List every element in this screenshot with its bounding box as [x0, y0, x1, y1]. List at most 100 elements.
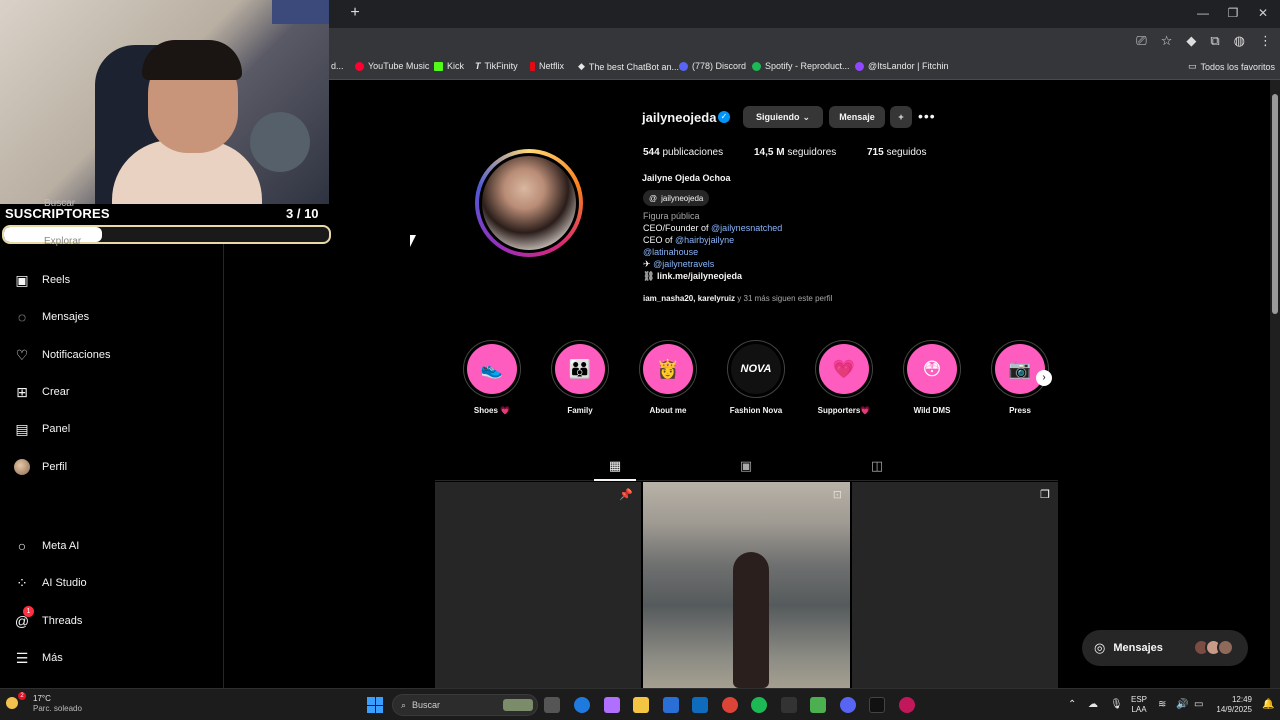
- bio-link[interactable]: @latinahouse: [643, 247, 698, 257]
- cloud-icon[interactable]: ☁: [1088, 699, 1098, 710]
- app-icon[interactable]: [899, 697, 915, 713]
- edge-icon[interactable]: [574, 697, 590, 713]
- bio-link[interactable]: @jailynesnatched: [711, 223, 782, 233]
- sun-icon: [6, 697, 18, 709]
- fitchin-icon: [855, 61, 864, 71]
- kebab-menu-icon[interactable]: ⋮: [1259, 33, 1272, 49]
- bookmark-discord[interactable]: (778) Discord: [679, 61, 746, 71]
- add-user-icon: +: [898, 112, 904, 122]
- bookmark[interactable]: d...: [331, 61, 344, 71]
- store-icon[interactable]: [663, 697, 679, 713]
- messenger-icon: ◎: [1094, 640, 1106, 655]
- file-explorer-icon[interactable]: [633, 697, 649, 713]
- supporters-icon: 💗: [819, 344, 869, 394]
- sidebar-item-reels[interactable]: ▣ Reels: [14, 272, 70, 288]
- sidebar-item-more[interactable]: ☰ Más: [14, 650, 63, 666]
- microphone-icon[interactable]: 🎙: [1110, 699, 1123, 710]
- minecraft-icon[interactable]: [810, 697, 826, 713]
- post-thumbnail[interactable]: 📌: [435, 482, 641, 688]
- battery-icon[interactable]: ▭: [1194, 699, 1203, 710]
- threads-handle-chip[interactable]: @ jailyneojeda: [643, 190, 710, 206]
- profile-picture-ring[interactable]: [475, 149, 583, 257]
- language-indicator[interactable]: ESP LAA: [1131, 695, 1147, 715]
- ig-sidebar: ▣ Reels ◌ Mensajes ♡ Notificaciones ⊞ Cr…: [0, 244, 224, 688]
- minimize-icon[interactable]: —: [1188, 4, 1218, 22]
- following-stat[interactable]: 715 seguidos: [867, 147, 927, 158]
- extensions-icon[interactable]: ⧉: [1210, 33, 1219, 49]
- messages-dock-button[interactable]: ◎ Mensajes: [1082, 630, 1248, 666]
- messenger-icon: ◌: [17, 309, 27, 325]
- highlight-fashion-nova[interactable]: NOVA Fashion Nova: [727, 340, 785, 415]
- copilot-icon[interactable]: [604, 697, 620, 713]
- browser-profile-icon[interactable]: ◍: [1234, 33, 1245, 49]
- highlights-next-button[interactable]: ›: [1036, 370, 1052, 386]
- suggest-user-button[interactable]: +: [890, 106, 912, 128]
- sidebar-item-messages[interactable]: ◌ Mensajes: [14, 309, 89, 325]
- sidebar-item-ai-studio[interactable]: ⁘ AI Studio: [14, 575, 87, 591]
- spotify-icon[interactable]: [751, 697, 767, 713]
- task-view-icon[interactable]: [544, 697, 560, 713]
- bookmark-kick[interactable]: Kick: [434, 61, 464, 71]
- chrome-icon[interactable]: [722, 697, 738, 713]
- post-thumbnail[interactable]: ❐: [852, 482, 1058, 688]
- webcam-overlay: [0, 0, 329, 204]
- tab-tagged-icon[interactable]: ◫: [869, 458, 885, 474]
- post-thumbnail[interactable]: ⊡: [643, 482, 850, 688]
- bookmark-fitchin[interactable]: @ItsLandor | Fitchin: [855, 61, 949, 71]
- clock[interactable]: 12:49 14/9/2025: [1212, 695, 1252, 715]
- sidebar-item-profile[interactable]: Perfil: [14, 459, 67, 475]
- outlook-icon[interactable]: [692, 697, 708, 713]
- cast-icon[interactable]: ⎚: [1136, 33, 1146, 49]
- extension-diamond-icon[interactable]: ◆: [1186, 33, 1196, 49]
- restore-icon[interactable]: ❐: [1218, 4, 1248, 22]
- discord-icon[interactable]: [840, 697, 856, 713]
- bio-line: CEO of @hairbyjailyne: [643, 235, 735, 245]
- sidebar-item-notifications[interactable]: ♡ Notificaciones: [14, 347, 111, 363]
- chevron-up-icon[interactable]: ⌃: [1068, 699, 1076, 710]
- highlight-family[interactable]: 👪 Family: [551, 340, 609, 415]
- taskbar-search[interactable]: ⌕ Buscar: [392, 694, 538, 716]
- camera-icon: 📷: [995, 344, 1045, 394]
- weather-widget[interactable]: 17°C Parc. soleado: [33, 694, 82, 714]
- dashboard-icon: ▤: [15, 420, 29, 437]
- highlight-shoes[interactable]: 👟 Shoes 💗: [463, 340, 521, 415]
- page-scrollbar[interactable]: [1270, 80, 1280, 688]
- more-options-icon[interactable]: •••: [918, 108, 936, 124]
- bookmark-youtube-music[interactable]: YouTube Music: [355, 61, 429, 71]
- all-bookmarks[interactable]: ▭ Todos los favoritos: [1188, 61, 1275, 72]
- sidebar-item-dashboard[interactable]: ▤ Panel: [14, 421, 70, 437]
- windows-start-icon[interactable]: [367, 697, 383, 713]
- close-icon[interactable]: ✕: [1248, 4, 1278, 22]
- bookmark-chatbot[interactable]: ◆ The best ChatBot an...: [578, 61, 679, 72]
- following-button[interactable]: Siguiendo ⌄: [743, 106, 823, 128]
- bookmark-spotify[interactable]: Spotify - Reproduct...: [752, 61, 850, 71]
- tab-posts-grid-icon[interactable]: ▦: [607, 458, 623, 474]
- star-icon[interactable]: ☆: [1161, 33, 1173, 49]
- followed-by-text[interactable]: iam_nasha20, karelyruiz y 31 más siguen …: [643, 294, 832, 303]
- ghost-explore-label: Explorar: [44, 236, 82, 247]
- bookmark-tikfinity[interactable]: T TikFinity: [475, 61, 518, 71]
- highlight-about-me[interactable]: 👸 About me: [639, 340, 697, 415]
- highlight-wild-dms[interactable]: 😳 Wild DMS: [903, 340, 961, 415]
- sidebar-item-threads[interactable]: @1 Threads: [14, 606, 82, 629]
- external-link[interactable]: ⛓ link.me/jailyneojeda: [643, 271, 742, 282]
- followers-stat[interactable]: 14,5 M seguidores: [754, 147, 836, 158]
- sidebar-item-create[interactable]: ⊞ Crear: [14, 384, 69, 400]
- tab-reels-icon[interactable]: ▣: [738, 458, 754, 474]
- bio-link[interactable]: @jailynetravels: [653, 259, 714, 269]
- subscriber-goal-widget: Buscar SUSCRIPTORES 3 / 10 Explorar: [0, 198, 334, 247]
- scrollbar-thumb[interactable]: [1272, 94, 1278, 314]
- highlight-supporters[interactable]: 💗 Supporters💗: [815, 340, 873, 415]
- message-button[interactable]: Mensaje: [829, 106, 885, 128]
- tiktok-icon[interactable]: [869, 697, 885, 713]
- wifi-icon[interactable]: ≋: [1158, 699, 1166, 710]
- capcut-icon[interactable]: [781, 697, 797, 713]
- tikfinity-icon: T: [475, 61, 481, 71]
- bio-link[interactable]: @hairbyjailyne: [675, 235, 734, 245]
- volume-icon[interactable]: 🔊: [1176, 699, 1188, 710]
- profile-category: Figura pública: [643, 211, 700, 221]
- sidebar-item-meta-ai[interactable]: ○ Meta AI: [14, 538, 80, 554]
- new-tab-icon[interactable]: +: [346, 4, 364, 22]
- notifications-bell-icon[interactable]: 🔔: [1262, 699, 1274, 710]
- bookmark-netflix[interactable]: Netflix: [530, 61, 564, 71]
